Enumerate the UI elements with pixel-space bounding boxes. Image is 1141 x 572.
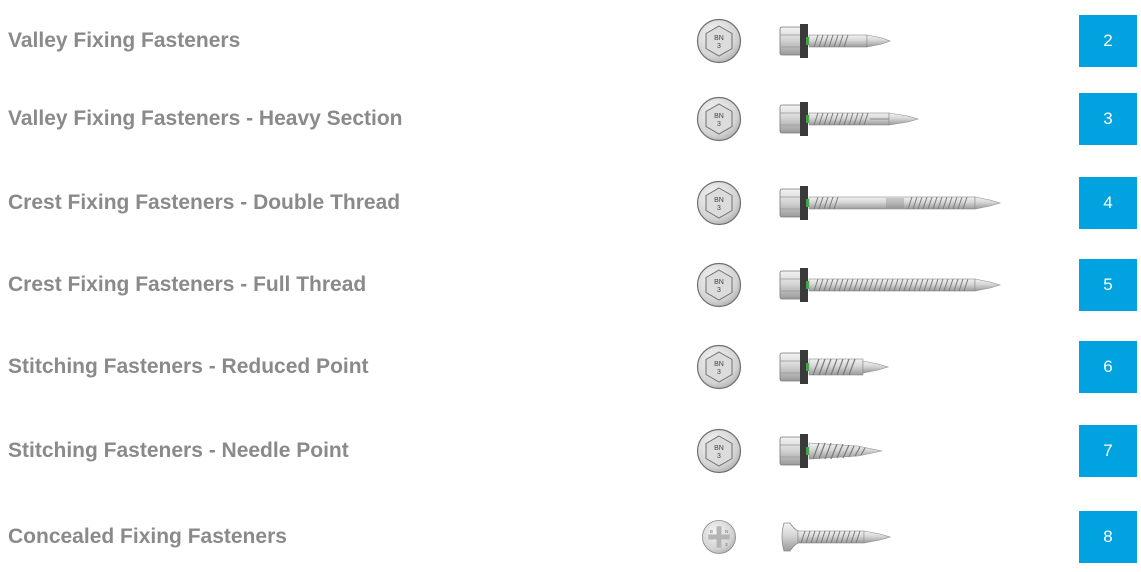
page-number-badge[interactable]: 8: [1079, 511, 1137, 563]
page-number-badge[interactable]: 2: [1079, 15, 1137, 67]
fastener-row[interactable]: Valley Fixing Fasteners - Heavy Section …: [0, 84, 1141, 154]
head-marking-text: BN: [714, 445, 724, 452]
row-title[interactable]: Crest Fixing Fasteners - Double Thread: [8, 191, 400, 215]
row-title[interactable]: Stitching Fasteners - Reduced Point: [8, 355, 369, 379]
hex-head-top-view-icon: BN 3: [696, 428, 742, 474]
hex-head-screw-reduced-point-icon: [779, 350, 890, 384]
head-marking-text: BN: [714, 361, 724, 368]
fastener-row[interactable]: Crest Fixing Fasteners - Double Thread B…: [0, 168, 1141, 238]
head-marking-text: 3: [717, 369, 721, 376]
row-title[interactable]: Concealed Fixing Fasteners: [8, 525, 287, 549]
hex-head-screw-heavy-icon: [779, 102, 920, 136]
page-number-badge[interactable]: 7: [1079, 425, 1137, 477]
hex-head-top-view-icon: BN 3: [696, 262, 742, 308]
hex-head-screw-needle-point-icon: [779, 434, 883, 468]
head-marking-text: BN: [714, 197, 724, 204]
head-marking-text: 3: [717, 205, 721, 212]
fastener-row[interactable]: Stitching Fasteners - Reduced Point BN 3…: [0, 332, 1141, 402]
page-number-badge[interactable]: 3: [1079, 93, 1137, 145]
hex-head-screw-short-icon: [779, 24, 891, 58]
head-marking-text: 3: [717, 121, 721, 128]
head-marking-text: 3: [717, 43, 721, 50]
row-title[interactable]: Valley Fixing Fasteners - Heavy Section: [8, 107, 403, 131]
hex-head-top-view-icon: BN 3: [696, 18, 742, 64]
head-marking-text: 3: [717, 287, 721, 294]
page-number-badge[interactable]: 6: [1079, 341, 1137, 393]
head-marking-text: BN: [714, 279, 724, 286]
hex-head-top-view-icon: BN 3: [696, 344, 742, 390]
fastener-row[interactable]: Crest Fixing Fasteners - Full Thread BN …: [0, 250, 1141, 320]
row-title[interactable]: Stitching Fasteners - Needle Point: [8, 439, 349, 463]
hex-head-screw-double-thread-icon: [779, 186, 1002, 220]
row-title[interactable]: Valley Fixing Fasteners: [8, 29, 240, 53]
fastener-row[interactable]: Valley Fixing Fasteners BN 3 2: [0, 6, 1141, 76]
head-marking-text: B: [710, 529, 713, 534]
page-number-badge[interactable]: 4: [1079, 177, 1137, 229]
page-number-badge[interactable]: 5: [1079, 259, 1137, 311]
wafer-head-screw-icon: [781, 522, 892, 552]
head-marking-text: BN: [714, 35, 724, 42]
row-title[interactable]: Crest Fixing Fasteners - Full Thread: [8, 273, 366, 297]
fastener-row[interactable]: Stitching Fasteners - Needle Point BN 3 …: [0, 416, 1141, 486]
head-marking-text: N: [725, 529, 728, 534]
phillips-head-top-view-icon: B N 3: [702, 520, 736, 554]
head-marking-text: BN: [714, 113, 724, 120]
hex-head-screw-full-thread-icon: [779, 268, 1002, 302]
hex-head-top-view-icon: BN 3: [696, 96, 742, 142]
hex-head-top-view-icon: BN 3: [696, 180, 742, 226]
head-marking-text: 3: [717, 453, 721, 460]
